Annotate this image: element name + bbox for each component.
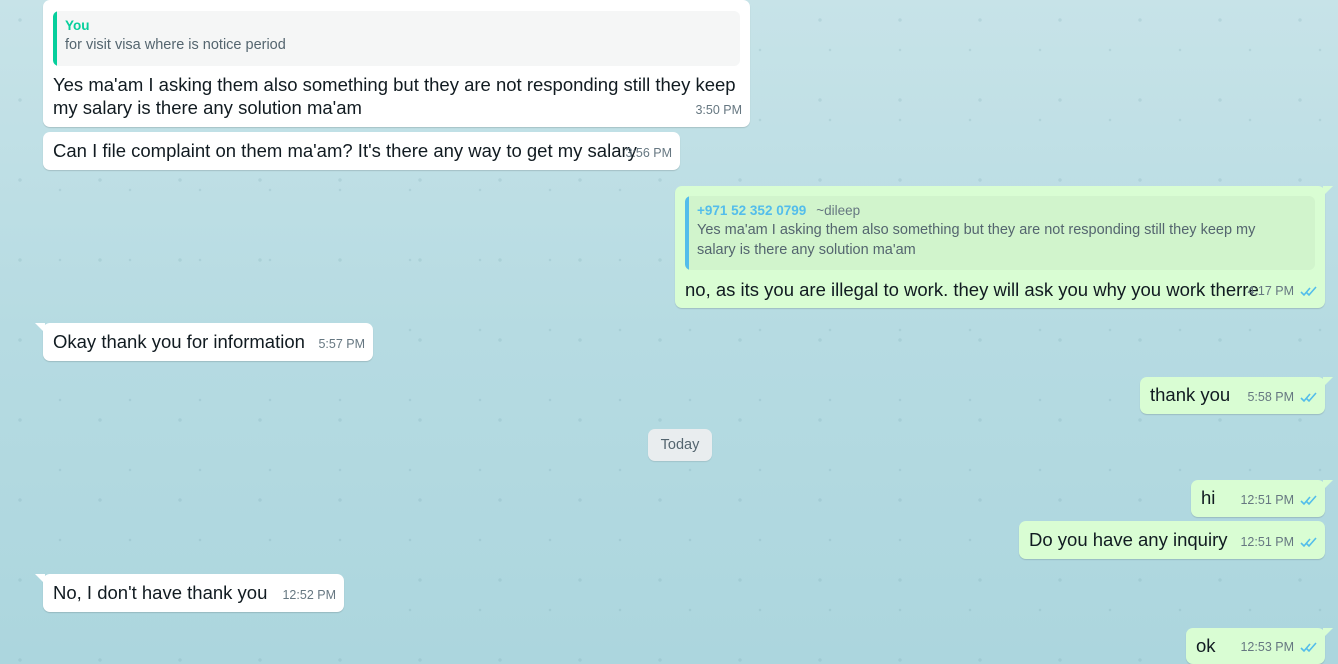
message-text: hi [1201, 487, 1216, 508]
quote-text: for visit visa where is notice period [65, 37, 286, 53]
outgoing-message[interactable]: hi 12:51 PM [1191, 480, 1333, 517]
incoming-message[interactable]: No, I don't have thank you 12:52 PM [35, 574, 344, 612]
message-text: Okay thank you for information [53, 331, 305, 352]
outgoing-message[interactable]: +971 52 352 0799 ~dileep Yes ma'am I aski… [675, 186, 1333, 308]
message-time: 12:51 PM [1240, 535, 1294, 549]
message-meta: 5:58 PM [1247, 386, 1317, 409]
message-time: 3:50 PM [695, 103, 742, 117]
incoming-message[interactable]: You for visit visa where is notice perio… [43, 0, 750, 127]
message-time: 12:53 PM [1240, 640, 1294, 654]
quote-author: +971 52 352 0799 [697, 203, 807, 218]
incoming-message[interactable]: Can I file complaint on them ma'am? It's… [43, 132, 680, 170]
message-time: 12:51 PM [1240, 493, 1294, 507]
message-meta: 12:51 PM [1240, 489, 1317, 512]
message-time: 3:56 PM [625, 146, 672, 160]
quote-bar [685, 196, 689, 270]
message-meta: 3:50 PM [695, 99, 742, 122]
quoted-message[interactable]: You for visit visa where is notice perio… [53, 11, 740, 66]
message-text: ok [1196, 635, 1216, 656]
message-time: 5:57 PM [318, 337, 365, 351]
date-divider: Today [648, 429, 712, 461]
message-time: 4:17 PM [1247, 284, 1294, 298]
message-time: 5:58 PM [1247, 390, 1294, 404]
quote-bar [53, 11, 57, 66]
message-meta: 4:17 PM [1247, 280, 1317, 303]
quote-author-handle: ~dileep [816, 203, 861, 218]
double-check-icon [1300, 495, 1317, 506]
message-text: No, I don't have thank you [53, 582, 268, 603]
message-meta: 12:53 PM [1240, 636, 1317, 659]
outgoing-message[interactable]: ok 12:53 PM [1186, 628, 1333, 664]
message-time: 12:52 PM [282, 588, 336, 602]
message-text: Yes ma'am I asking them also something b… [53, 74, 736, 118]
quote-author: You [65, 18, 90, 33]
message-text: thank you [1150, 384, 1231, 405]
outgoing-message[interactable]: Do you have any inquiry 12:51 PM [1019, 521, 1325, 559]
outgoing-message[interactable]: thank you 5:58 PM [1140, 377, 1333, 414]
double-check-icon [1300, 286, 1317, 297]
incoming-message[interactable]: Okay thank you for information 5:57 PM [35, 323, 373, 361]
quoted-message[interactable]: +971 52 352 0799 ~dileep Yes ma'am I aski… [685, 196, 1315, 270]
double-check-icon [1300, 392, 1317, 403]
message-meta: 3:56 PM [625, 142, 672, 165]
quote-text: Yes ma'am I asking them also something b… [697, 222, 1256, 258]
double-check-icon [1300, 642, 1317, 653]
message-meta: 12:51 PM [1240, 531, 1317, 554]
message-text: Can I file complaint on them ma'am? It's… [53, 140, 637, 161]
message-text: no, as its you are illegal to work. they… [685, 279, 1259, 300]
message-meta: 12:52 PM [282, 584, 336, 607]
message-text: Do you have any inquiry [1029, 529, 1228, 550]
double-check-icon [1300, 537, 1317, 548]
message-meta: 5:57 PM [318, 333, 365, 356]
